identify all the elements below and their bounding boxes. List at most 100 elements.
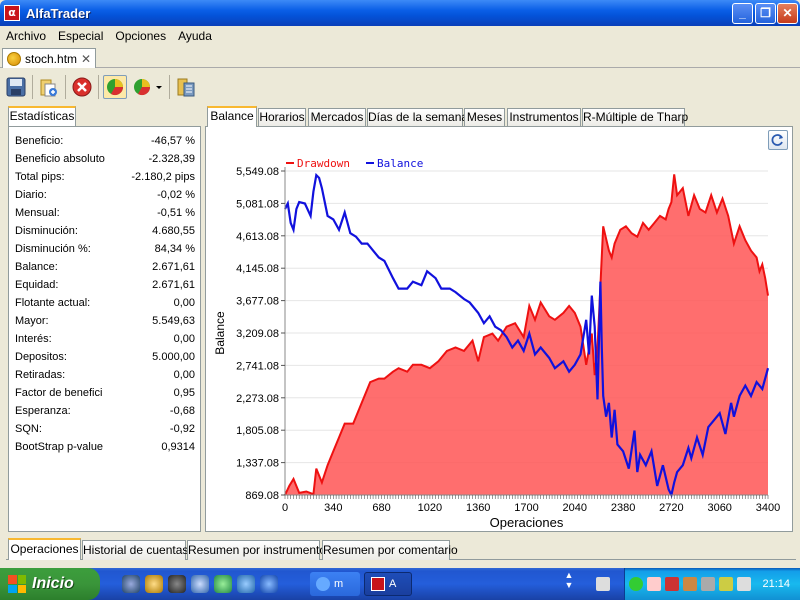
y-tick-label: 1,805.08	[236, 425, 279, 437]
y-tick-label: 2,273.08	[236, 393, 279, 405]
tab-balance[interactable]: Balance	[207, 106, 257, 127]
tab-operaciones[interactable]: Operaciones	[8, 538, 81, 560]
stat-row: Disminución: 4.680,55	[15, 223, 195, 241]
y-tick-label: 4,145.08	[236, 263, 279, 275]
internet-explorer-icon[interactable]	[260, 575, 278, 593]
tab-horarios[interactable]: Horarios	[258, 108, 306, 126]
app-icon[interactable]	[168, 575, 186, 593]
toolbar-separator	[98, 75, 99, 99]
stat-label: BootStrap p-value	[15, 441, 104, 453]
taskbar-scroll[interactable]: ▲ ▼	[562, 570, 576, 598]
x-tick-label: 0	[282, 502, 288, 514]
menu-especial[interactable]: Especial	[52, 26, 109, 46]
app-window: α AlfaTrader _ ❐ ✕ Archivo Especial Opci…	[0, 0, 800, 568]
stat-label: Factor de benefici	[15, 387, 103, 399]
x-tick-label: 1360	[466, 502, 490, 514]
stats-list: Beneficio: -46,57 % Beneficio absoluto -2.3…	[8, 126, 201, 532]
stat-value: -0,51 %	[157, 207, 195, 219]
x-axis-label: Operaciones	[490, 515, 564, 530]
pie-chart-dropdown-icon[interactable]	[131, 75, 165, 99]
stat-value: 0,00	[173, 333, 195, 345]
network-icon[interactable]	[737, 577, 751, 591]
tray-icon[interactable]	[683, 577, 697, 591]
y-tick-label: 3,209.08	[236, 328, 279, 340]
legend-label-balance: Balance	[377, 157, 423, 170]
menu-archivo[interactable]: Archivo	[0, 26, 52, 46]
clock: 21:14	[762, 578, 790, 590]
stat-row: Balance: 2.671,61	[15, 259, 195, 277]
tab-dias-semana[interactable]: Días de la semana	[367, 108, 468, 126]
menu-bar: Archivo Especial Opciones Ayuda	[0, 26, 800, 46]
file-icon	[7, 51, 21, 66]
taskbar-item-alfatrader[interactable]: A	[364, 572, 412, 596]
stat-row: Disminución %: 84,34 %	[15, 241, 195, 259]
x-tick-label: 2380	[611, 502, 635, 514]
app-icon[interactable]	[191, 575, 209, 593]
stat-label: Total pips:	[15, 171, 65, 183]
tab-resumen-instrumento[interactable]: Resumen por instrumento	[187, 540, 326, 560]
open-folder-icon[interactable]	[37, 75, 61, 99]
internet-explorer-icon	[316, 577, 330, 591]
maximize-button[interactable]: ❐	[755, 3, 776, 24]
stat-value: -2.328,39	[148, 153, 195, 165]
toolbar-separator	[169, 75, 170, 99]
pie-chart-icon[interactable]	[103, 75, 127, 99]
tab-mercados[interactable]: Mercados	[308, 108, 366, 126]
stat-value: 5.000,00	[152, 351, 195, 363]
start-button[interactable]: Inicio	[0, 568, 100, 600]
stat-row: Beneficio: -46,57 %	[15, 133, 195, 151]
close-button[interactable]: ✕	[777, 3, 798, 24]
clock-app-icon[interactable]	[145, 575, 163, 593]
minimize-button[interactable]: _	[732, 3, 753, 24]
y-tick-label: 1,337.08	[236, 458, 279, 470]
chart-panel: Balance Horarios Mercados Días de la sem…	[205, 106, 793, 532]
keyboard-icon[interactable]	[596, 577, 610, 591]
tab-r-multiple[interactable]: R-Múltiple de Tharp	[582, 108, 688, 126]
app-icon[interactable]	[237, 575, 255, 593]
document-tab[interactable]: stoch.htm ✕	[2, 48, 96, 68]
save-icon[interactable]	[4, 75, 28, 99]
tab-estadisticas[interactable]: Estadísticas	[8, 106, 76, 126]
taskbar: Inicio m A ▲ ▼ 21:14	[0, 568, 800, 600]
tab-instrumentos[interactable]: Instrumentos	[507, 108, 581, 126]
title-bar[interactable]: α AlfaTrader _ ❐ ✕	[0, 0, 800, 26]
tray-icon[interactable]	[647, 577, 661, 591]
stat-row: Mayor: 5.549,63	[15, 313, 195, 331]
tray-icon[interactable]	[629, 577, 643, 591]
toolbar-separator	[65, 75, 66, 99]
toolbar-separator	[32, 75, 33, 99]
stat-row: Depositos: 5.000,00	[15, 349, 195, 367]
tab-meses[interactable]: Meses	[464, 108, 505, 126]
tray-icon[interactable]	[719, 577, 733, 591]
toolbar	[4, 72, 202, 102]
volume-icon[interactable]	[701, 577, 715, 591]
chart-body: 5,549.08 5,081.08 4,613.08 4,145.08 3,677.08…	[205, 126, 793, 532]
stop-icon[interactable]	[70, 75, 94, 99]
document-tab-label: stoch.htm	[25, 51, 78, 66]
stat-value: 4.680,55	[152, 225, 195, 237]
app-icon[interactable]	[214, 575, 232, 593]
quicklaunch-icon[interactable]	[122, 575, 140, 593]
close-tab-icon[interactable]: ✕	[81, 52, 91, 66]
stat-value: -46,57 %	[150, 135, 195, 147]
menu-opciones[interactable]: Opciones	[109, 26, 172, 46]
stat-row: Retiradas: 0,00	[15, 367, 195, 385]
tab-historial-cuentas[interactable]: Historial de cuentas	[82, 540, 188, 560]
stat-label: Diario:	[15, 189, 47, 201]
refresh-icon	[771, 134, 783, 146]
tray-icon[interactable]	[665, 577, 679, 591]
taskbar-item-ie[interactable]: m	[310, 572, 360, 596]
refresh-button[interactable]	[768, 130, 788, 150]
bottom-tabs: Operaciones Historial de cuentas Resumen…	[6, 538, 796, 560]
stat-label: Beneficio:	[15, 135, 64, 147]
tab-resumen-comentario[interactable]: Resumen por comentario	[322, 540, 458, 560]
stat-value: 5.549,63	[152, 315, 195, 327]
stat-label: Depositos:	[15, 351, 67, 363]
menu-ayuda[interactable]: Ayuda	[172, 26, 218, 46]
calculator-icon[interactable]	[174, 75, 198, 99]
stat-value: 84,34 %	[154, 243, 195, 255]
drawdown-area	[285, 174, 768, 495]
stat-label: Interés:	[15, 333, 52, 345]
stat-label: SQN:	[15, 423, 42, 435]
stat-value: -0,68	[169, 405, 195, 417]
